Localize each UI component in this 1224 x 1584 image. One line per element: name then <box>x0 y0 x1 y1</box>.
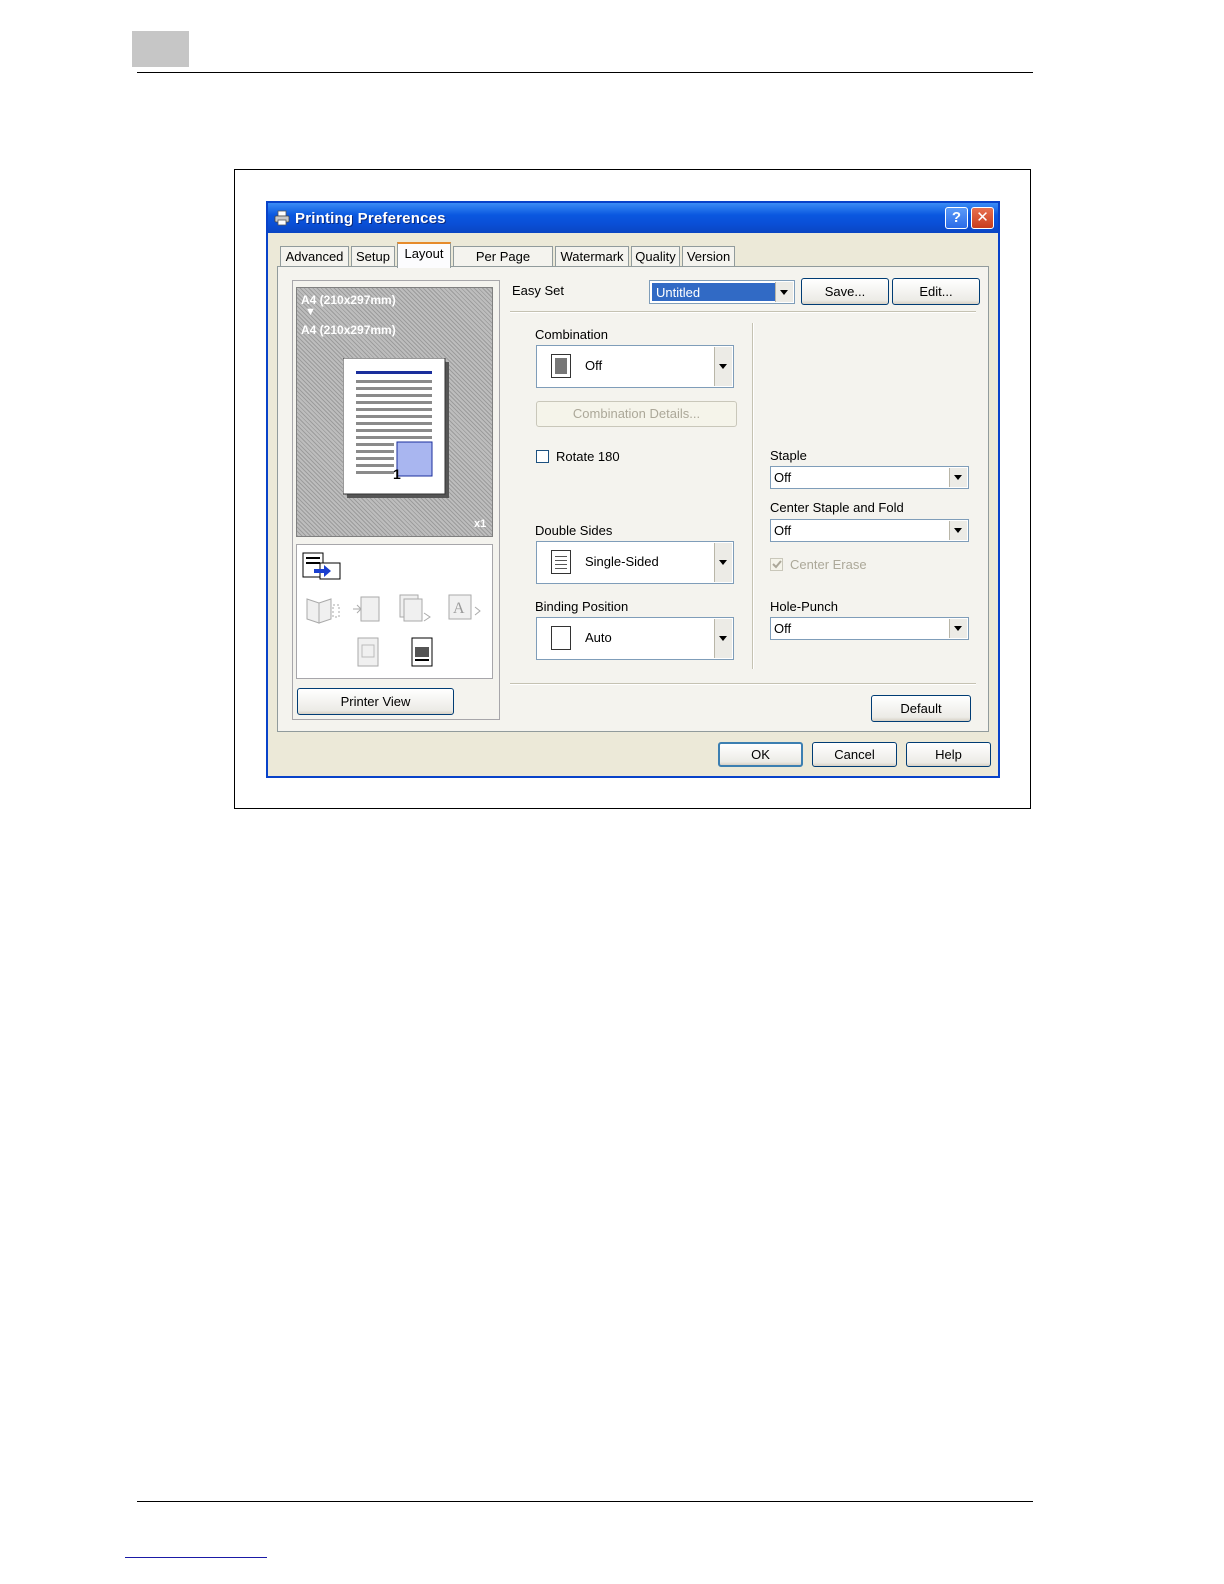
finishing-icon-panel: A <box>296 544 493 679</box>
combination-details-button[interactable]: Combination Details... <box>536 401 737 427</box>
tab-advanced[interactable]: Advanced <box>280 246 349 267</box>
cancel-button[interactable]: Cancel <box>812 742 897 767</box>
rotate-180-checkbox[interactable] <box>536 450 549 463</box>
center-staple-fold-label: Center Staple and Fold <box>770 500 904 515</box>
single-sided-page-icon <box>551 550 571 574</box>
layout-preview: A4 (210x297mm) ▼ A4 (210x297mm) 1 x1 <box>296 287 493 537</box>
paper-size-original: A4 (210x297mm) <box>301 293 396 307</box>
page-section-marker <box>132 31 189 67</box>
hole-punch-label: Hole-Punch <box>770 599 838 614</box>
chevron-down-icon[interactable] <box>949 521 967 540</box>
binding-position-label: Binding Position <box>535 599 629 614</box>
chevron-down-icon[interactable] <box>714 543 732 582</box>
default-button[interactable]: Default <box>871 695 971 722</box>
separator <box>510 683 976 685</box>
booklet-icon <box>306 598 340 624</box>
tab-per-page-setting[interactable]: Per Page Setting <box>453 246 553 283</box>
center-staple-fold-value: Off <box>774 523 792 538</box>
copies-stack-icon <box>399 594 431 622</box>
binding-position-value: Auto <box>585 630 612 645</box>
center-erase-label: Center Erase <box>790 557 867 572</box>
column-separator <box>752 323 754 669</box>
duplex-page-icon <box>353 596 380 622</box>
stamp-page-icon <box>411 637 433 667</box>
separator <box>510 311 976 313</box>
tab-setup[interactable]: Setup <box>351 246 395 267</box>
combination-value: Off <box>585 358 603 373</box>
footer-rule <box>137 1501 1033 1502</box>
easy-set-value: Untitled <box>656 285 701 300</box>
tab-version[interactable]: Version <box>682 246 735 267</box>
staple-value: Off <box>774 470 792 485</box>
rotate-180-label: Rotate 180 <box>556 449 620 464</box>
combination-label: Combination <box>535 327 608 342</box>
double-sides-label: Double Sides <box>535 523 613 538</box>
tab-watermark[interactable]: Watermark <box>555 246 629 267</box>
checkmark-icon <box>772 560 782 569</box>
printer-output-icon <box>302 552 341 580</box>
staple-label: Staple <box>770 448 807 463</box>
help-button[interactable]: Help <box>906 742 991 767</box>
header-rule <box>137 72 1033 73</box>
printer-icon <box>274 210 290 226</box>
staple-dropdown[interactable]: Off <box>770 466 969 489</box>
font-page-icon: A <box>448 594 481 620</box>
close-button[interactable]: ✕ <box>971 207 994 229</box>
chevron-down-icon[interactable] <box>949 468 967 487</box>
single-page-icon <box>551 354 571 378</box>
tab-quality[interactable]: Quality <box>631 246 680 267</box>
edit-button[interactable]: Edit... <box>892 278 980 305</box>
printing-preferences-window: Printing Preferences ? ✕ Advanced Setup … <box>266 201 1000 778</box>
footer-link-underline <box>125 1557 267 1558</box>
center-erase-checkbox[interactable] <box>770 558 783 571</box>
combination-dropdown[interactable]: Off <box>536 345 734 388</box>
easy-set-dropdown[interactable]: Untitled <box>649 280 795 304</box>
title-bar[interactable]: Printing Preferences ? ✕ <box>268 203 998 233</box>
arrow-down-icon: ▼ <box>305 306 316 318</box>
blank-page-icon <box>551 626 571 650</box>
ok-button[interactable]: OK <box>718 742 803 767</box>
hole-punch-dropdown[interactable]: Off <box>770 617 969 640</box>
chevron-down-icon[interactable] <box>714 619 732 658</box>
binding-position-dropdown[interactable]: Auto <box>536 617 734 660</box>
double-sides-value: Single-Sided <box>585 554 659 569</box>
window-title: Printing Preferences <box>295 210 446 227</box>
printer-view-button[interactable]: Printer View <box>297 688 454 715</box>
page-number-label: 1 <box>393 466 401 482</box>
help-title-button[interactable]: ? <box>945 207 968 229</box>
center-staple-fold-dropdown[interactable]: Off <box>770 519 969 542</box>
tab-layout[interactable]: Layout <box>397 242 451 268</box>
chevron-down-icon[interactable] <box>949 619 967 638</box>
double-sides-dropdown[interactable]: Single-Sided <box>536 541 734 584</box>
close-icon: ✕ <box>976 209 989 226</box>
question-icon: ? <box>951 209 962 226</box>
chevron-down-icon[interactable] <box>714 347 732 386</box>
layout-tab-panel: A4 (210x297mm) ▼ A4 (210x297mm) 1 x1 A P… <box>277 266 989 732</box>
copies-indicator: x1 <box>474 518 487 530</box>
hole-punch-value: Off <box>774 621 792 636</box>
svg-text:A: A <box>453 600 465 617</box>
watermark-page-icon <box>357 637 379 667</box>
save-button[interactable]: Save... <box>801 278 889 305</box>
chevron-down-icon[interactable] <box>775 282 793 302</box>
paper-size-output: A4 (210x297mm) <box>301 323 396 337</box>
easy-set-label: Easy Set <box>512 283 565 298</box>
